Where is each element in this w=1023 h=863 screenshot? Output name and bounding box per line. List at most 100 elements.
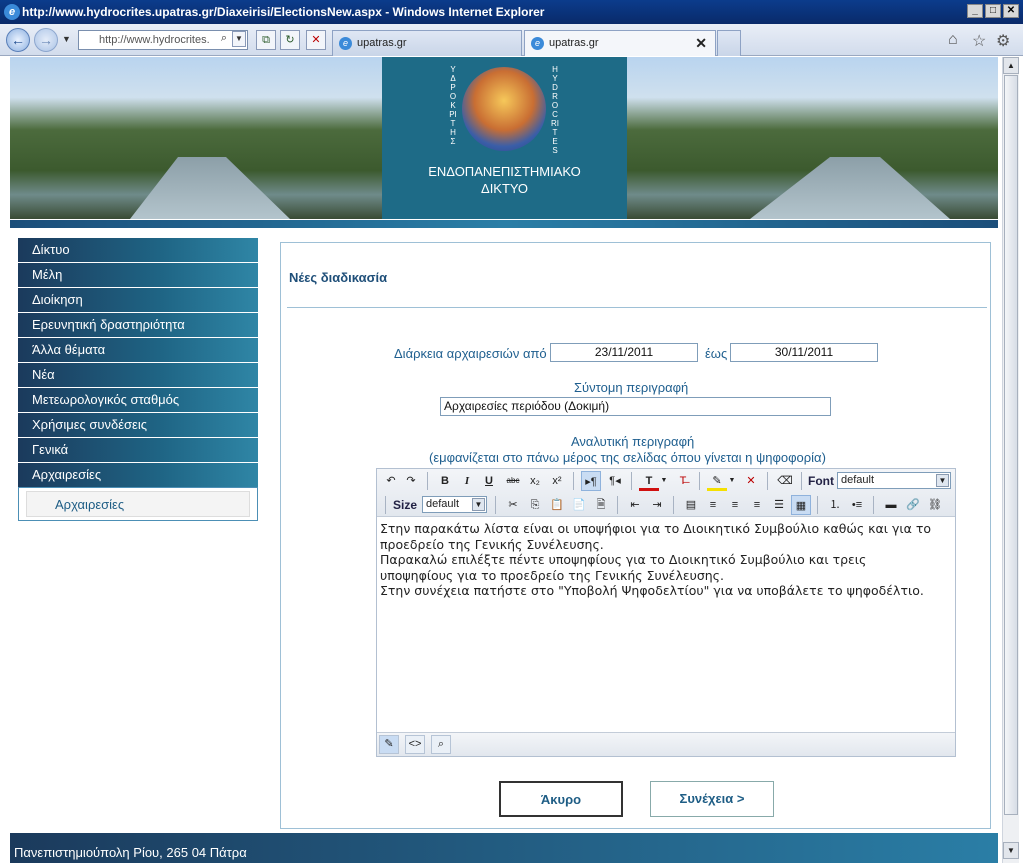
font-select-arrow-icon[interactable]: ▼ [936, 474, 949, 487]
start-date-field[interactable]: 23/11/2011 [550, 343, 698, 362]
sidebar-item-network[interactable]: Δίκτυο [18, 238, 258, 262]
page-scrollbar[interactable]: ▲ ▼ [1002, 57, 1019, 863]
horizontal-rule-icon[interactable]: ▬ [881, 495, 901, 515]
strikethrough-button[interactable]: abc [503, 471, 523, 491]
align-justify-icon[interactable]: ☰ [769, 495, 789, 515]
sidebar-item-research[interactable]: Ερευνητική δραστηριότητα [18, 313, 258, 337]
highlight-color-icon[interactable]: ✎ [707, 471, 727, 491]
sidebar-item-other-topics[interactable]: Άλλα θέματα [18, 338, 258, 362]
logo-right-text: HYDROCRITES [551, 65, 559, 155]
bullet-list-icon[interactable]: •≡ [847, 495, 867, 515]
address-dropdown-icon[interactable]: ▼ [232, 31, 246, 47]
paste-word-icon[interactable]: 🗎 [591, 495, 611, 515]
toolbar-separator [673, 496, 674, 514]
tab-2[interactable]: e upatras.gr ✕ [524, 30, 716, 56]
align-none-icon[interactable]: ▦ [791, 495, 811, 515]
scroll-down-arrow-icon[interactable]: ▼ [1003, 842, 1019, 859]
paste-text-icon[interactable]: 📄 [569, 495, 589, 515]
stop-icon[interactable]: ✕ [306, 30, 326, 50]
underline-button[interactable]: U [479, 471, 499, 491]
scales-logo-icon [462, 67, 546, 151]
align-center-icon[interactable]: ≡ [725, 495, 745, 515]
align-left-icon[interactable]: ≡ [703, 495, 723, 515]
size-select-arrow-icon[interactable]: ▼ [472, 498, 485, 511]
size-select[interactable]: default ▼ [422, 496, 487, 513]
rich-text-editor[interactable]: ↶ ↷ B I U abc x₂ x² ▸¶ ¶◂ T ▼ T̶ ✎ ▼ ✕ ⌫… [376, 468, 956, 757]
toolbar-separator [767, 472, 768, 490]
clear-highlight-icon[interactable]: ✕ [741, 471, 761, 491]
preview-mode-icon[interactable]: ⌕ [431, 735, 451, 754]
eraser-icon[interactable]: ⌫ [775, 471, 795, 491]
sidebar-menu: Δίκτυο Μέλη Διοίκηση Ερευνητική δραστηρι… [18, 238, 258, 521]
sidebar-item-administration[interactable]: Διοίκηση [18, 288, 258, 312]
italic-button[interactable]: I [457, 471, 477, 491]
editor-mode-bar: ✎ <> ⌕ [377, 732, 955, 756]
close-window-button[interactable]: ✕ [1003, 4, 1019, 18]
banner-river-left [130, 157, 290, 219]
cut-icon[interactable]: ✂ [503, 495, 523, 515]
history-dropdown-icon[interactable]: ▼ [62, 34, 71, 44]
window-controls: _ □ ✕ [967, 4, 1019, 18]
highlight-dropdown-icon[interactable]: ▼ [727, 471, 737, 491]
editor-content[interactable]: Στην παρακάτω λίστα είναι οι υποψήφιοι γ… [380, 521, 950, 599]
sidebar-item-members[interactable]: Μέλη [18, 263, 258, 287]
forward-button[interactable]: → [34, 28, 58, 52]
copy-icon[interactable]: ⎘ [525, 495, 545, 515]
undo-icon[interactable]: ↶ [381, 471, 401, 491]
align-justify-left-icon[interactable]: ▤ [681, 495, 701, 515]
title-divider [287, 307, 987, 308]
back-button[interactable]: ← [6, 28, 30, 52]
cancel-button[interactable]: Άκυρο [499, 781, 623, 817]
favorites-star-icon[interactable]: ☆ [972, 31, 986, 51]
end-date-field[interactable]: 30/11/2011 [730, 343, 878, 362]
new-tab-button[interactable] [717, 30, 741, 56]
scroll-thumb[interactable] [1004, 75, 1018, 815]
compat-view-icon[interactable]: ⧉ [256, 30, 276, 50]
refresh-icon[interactable]: ↻ [280, 30, 300, 50]
insert-link-icon[interactable]: 🔗 [903, 495, 923, 515]
indent-icon[interactable]: ⇥ [647, 495, 667, 515]
redo-icon[interactable]: ↷ [401, 471, 421, 491]
tab-label: upatras.gr [549, 37, 599, 49]
tab-favicon-icon: e [339, 37, 352, 50]
tab-1[interactable]: e upatras.gr [332, 30, 522, 56]
sidebar-item-weather-station[interactable]: Μετεωρολογικός σταθμός [18, 388, 258, 412]
toolbar-separator [573, 472, 574, 490]
size-label: Size [393, 498, 418, 512]
font-select[interactable]: default ▼ [837, 472, 951, 489]
short-description-field[interactable]: Αρχαιρεσίες περιόδου (Δοκιμή) [440, 397, 831, 416]
tab-favicon-icon: e [531, 37, 544, 50]
html-mode-icon[interactable]: <> [405, 735, 425, 754]
rtl-direction-button[interactable]: ¶◂ [605, 471, 625, 491]
tab-label: upatras.gr [357, 37, 407, 49]
clear-text-color-icon[interactable]: T̶ [673, 471, 693, 491]
maximize-button[interactable]: □ [985, 4, 1001, 18]
bold-button[interactable]: B [435, 471, 455, 491]
design-mode-icon[interactable]: ✎ [379, 735, 399, 754]
outdent-icon[interactable]: ⇤ [625, 495, 645, 515]
sidebar-item-general[interactable]: Γενικά [18, 438, 258, 462]
sidebar-item-news[interactable]: Νέα [18, 363, 258, 387]
home-icon[interactable]: ⌂ [948, 31, 958, 49]
scroll-up-arrow-icon[interactable]: ▲ [1003, 57, 1019, 74]
text-color-dropdown-icon[interactable]: ▼ [659, 471, 669, 491]
sidebar-item-useful-links[interactable]: Χρήσιμες συνδέσεις [18, 413, 258, 437]
align-right-icon[interactable]: ≡ [747, 495, 767, 515]
site-logo-box[interactable]: ΥΔΡΟΚΡΙΤΗΣ HYDROCRITES ΕΝΔΟΠΑΝΕΠΙΣΤΗΜΙΑΚ… [382, 57, 627, 219]
continue-button[interactable]: Συνέχεια > [650, 781, 774, 817]
subscript-button[interactable]: x₂ [525, 471, 545, 491]
minimize-button[interactable]: _ [967, 4, 983, 18]
logo-caption: ΕΝΔΟΠΑΝΕΠΙΣΤΗΜΙΑΚΟ ΔΙΚΤΥΟ [382, 163, 627, 197]
ordered-list-icon[interactable]: ⒈ [825, 495, 845, 515]
search-address-icon[interactable]: ⌕ [216, 31, 232, 47]
sidebar-item-elections[interactable]: Αρχαιρεσίες [18, 463, 258, 487]
text-color-icon[interactable]: T [639, 471, 659, 491]
tools-gear-icon[interactable]: ⚙ [996, 31, 1010, 51]
ltr-direction-button[interactable]: ▸¶ [581, 471, 601, 491]
superscript-button[interactable]: x² [547, 471, 567, 491]
paste-icon[interactable]: 📋 [547, 495, 567, 515]
remove-link-icon[interactable]: ⛓ [925, 495, 945, 515]
submenu-item-elections[interactable]: Αρχαιρεσίες [26, 491, 250, 517]
font-label: Font [808, 474, 834, 488]
close-tab-icon[interactable]: ✕ [695, 35, 707, 52]
